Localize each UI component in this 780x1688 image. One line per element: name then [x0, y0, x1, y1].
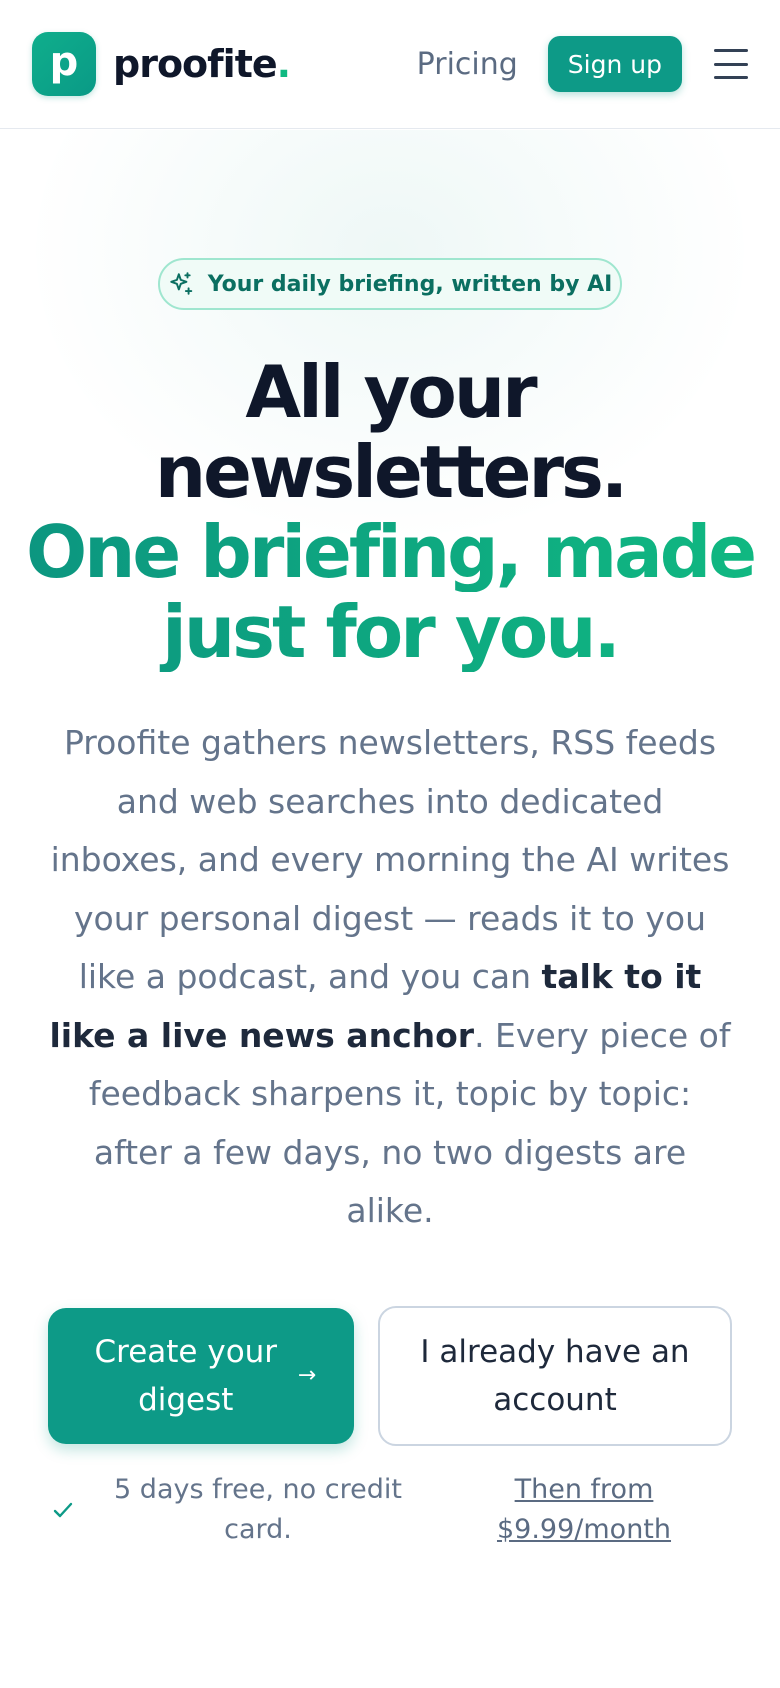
headline-accent-1: One briefing, made [0, 512, 780, 592]
headline-accent-2: just for you. [0, 592, 780, 672]
free-trial-note: 5 days free, no credit card. [48, 1470, 408, 1550]
menu-bar [714, 49, 748, 52]
check-icon [53, 1502, 73, 1518]
hero-section: Your daily briefing, written by AI All y… [0, 130, 780, 1688]
hero-headline: All your newsletters. One briefing, made… [0, 352, 780, 672]
menu-bar [714, 76, 748, 79]
logo-mark[interactable]: p [32, 32, 96, 96]
brand-dot: . [276, 42, 291, 86]
logo-letter: p [49, 39, 79, 85]
sparkles-icon [169, 272, 192, 295]
create-digest-label: Create your digest [94, 1334, 278, 1418]
create-digest-button[interactable]: Create your digest → [48, 1308, 354, 1444]
brand-wordmark: proofite [113, 42, 278, 86]
arrow-right-icon: → [297, 1363, 317, 1388]
hero-description: Proofite gathers newsletters, RSS feeds … [48, 714, 732, 1241]
nav-link-pricing[interactable]: Pricing [417, 47, 518, 82]
menu-bar [714, 62, 748, 66]
brand-name[interactable]: proofite. [113, 42, 291, 86]
headline-line-1: All your [245, 350, 537, 434]
description-intro: Proofite gathers newsletters, RSS feeds … [50, 723, 730, 996]
hamburger-menu-icon[interactable] [714, 49, 748, 79]
tagline-badge: Your daily briefing, written by AI [158, 258, 622, 310]
tagline-text: Your daily briefing, written by AI [207, 271, 613, 297]
free-trial-text: 5 days free, no credit card. [114, 1474, 402, 1545]
login-button[interactable]: I already have an account [378, 1306, 732, 1446]
headline-line-2: newsletters. [154, 430, 628, 514]
signup-button[interactable]: Sign up [547, 36, 682, 92]
site-header: p proofite. Pricing Sign up [0, 0, 780, 129]
pricing-link[interactable]: Then from $9.99/month [466, 1470, 702, 1550]
